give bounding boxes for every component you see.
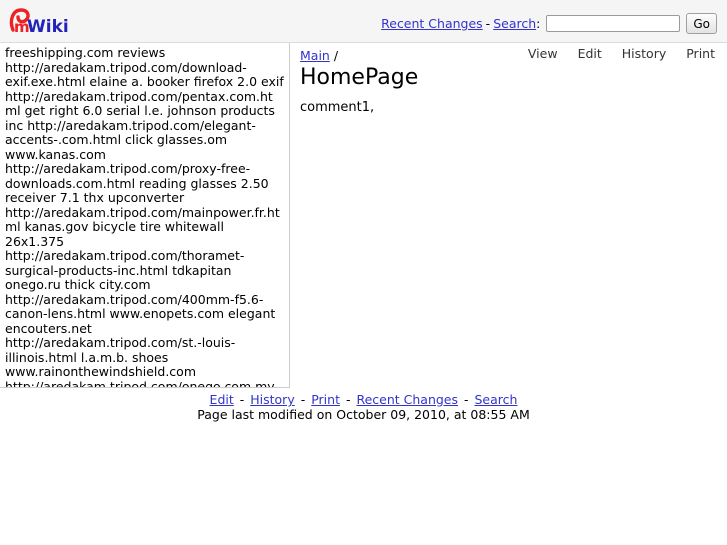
footer-separator: - (300, 392, 306, 407)
recent-changes-link[interactable]: Recent Changes (381, 16, 483, 31)
page-action-history[interactable]: History (622, 46, 666, 61)
search-link[interactable]: Search (493, 16, 536, 31)
sidebar: freeshipping.com reviews http://aredakam… (0, 43, 290, 388)
pmwiki-logo-icon: m Wiki (9, 8, 69, 36)
sidebar-spam-text: freeshipping.com reviews http://aredakam… (5, 45, 284, 388)
site-logo[interactable]: m Wiki (7, 4, 69, 38)
breadcrumb-separator: / (333, 48, 339, 63)
page-action-view[interactable]: View (528, 46, 558, 61)
footer-recent-changes-link[interactable]: Recent Changes (356, 392, 458, 407)
footer-separator: - (239, 392, 245, 407)
footer-history-link[interactable]: History (250, 392, 294, 407)
page-actions: View Edit History Print (528, 46, 715, 61)
footer-links: Edit - History - Print - Recent Changes … (0, 392, 727, 407)
page-action-print[interactable]: Print (686, 46, 715, 61)
header-separator: - (485, 16, 491, 31)
footer-print-link[interactable]: Print (311, 392, 340, 407)
page-action-edit[interactable]: Edit (578, 46, 602, 61)
main-content: View Edit History Print Main / HomePage … (291, 43, 727, 388)
breadcrumb-group-link[interactable]: Main (300, 48, 330, 63)
header-search-area: Recent Changes - Search : Go (381, 13, 717, 34)
page-body: freeshipping.com reviews http://aredakam… (0, 43, 727, 388)
page-text-content: comment1, (300, 100, 375, 115)
footer-separator: - (345, 392, 351, 407)
last-modified-text: Page last modified on October 09, 2010, … (197, 407, 530, 422)
svg-text:Wiki: Wiki (27, 17, 69, 36)
footer-search-link[interactable]: Search (475, 392, 518, 407)
search-colon: : (536, 16, 541, 31)
search-go-button[interactable]: Go (686, 13, 717, 34)
page-title: HomePage (300, 65, 419, 90)
site-header: m Wiki Recent Changes - Search : Go (0, 0, 727, 43)
search-input[interactable] (546, 15, 681, 32)
footer-edit-link[interactable]: Edit (210, 392, 234, 407)
page-footer: Edit - History - Print - Recent Changes … (0, 388, 727, 422)
footer-separator: - (464, 392, 469, 407)
